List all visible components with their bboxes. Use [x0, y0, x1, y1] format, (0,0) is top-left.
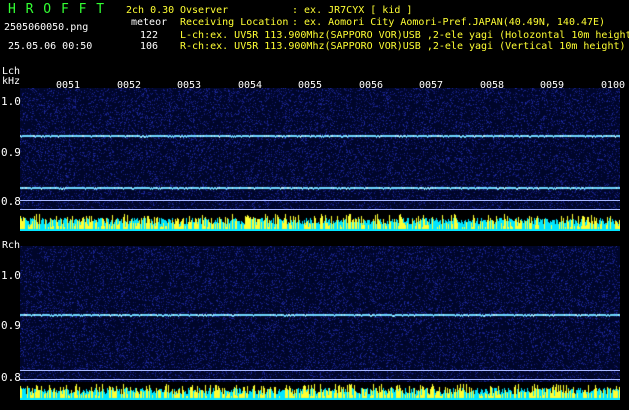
- rch-label: Rch: [2, 240, 21, 251]
- lch-baseline: [20, 200, 620, 201]
- rch-ytick-0-9: 0.9: [1, 319, 21, 332]
- filename: 2505060050.png: [4, 22, 89, 33]
- observer-label: Ovserver: [180, 5, 229, 16]
- khz-unit: kHz: [2, 76, 21, 87]
- location-label: Receiving Location: [180, 17, 289, 28]
- lch-ytick-1-0: 1.0: [1, 95, 21, 108]
- rch-spectrogram: [20, 246, 620, 387]
- datetime: 25.05.06 00:50: [8, 41, 93, 52]
- rch-info: R-ch:ex. UV5R 113.900Mhz(SAPPORO VOR)USB…: [180, 41, 626, 52]
- app-title: H R O F F T: [8, 2, 106, 17]
- lch-info: L-ch:ex. UV5R 113.900Mhz(SAPPORO VOR)USB…: [180, 30, 629, 41]
- rch-baseline-2: [20, 379, 620, 380]
- lch-ytick-0-9: 0.9: [1, 146, 21, 159]
- lch-count: 122: [140, 30, 159, 41]
- rch-ytick-1-0: 1.0: [1, 269, 21, 282]
- lch-activity-bars: [20, 211, 620, 231]
- lch-spectrogram: [20, 88, 620, 210]
- rch-activity-bars: [20, 382, 620, 400]
- rch-ytick-0-8: 0.8: [1, 371, 21, 384]
- location-value: : ex. Aomori City Aomori-Pref.JAPAN(40.4…: [292, 17, 606, 28]
- rch-count: 106: [140, 41, 159, 52]
- rch-baseline: [20, 370, 620, 371]
- channel-version: 2ch 0.30: [126, 5, 175, 16]
- mode-label: meteor: [131, 17, 168, 28]
- lch-baseline-2: [20, 209, 620, 210]
- lch-ytick-0-8: 0.8: [1, 195, 21, 208]
- observer-value: : ex. JR7CYX [ kid ]: [292, 5, 413, 16]
